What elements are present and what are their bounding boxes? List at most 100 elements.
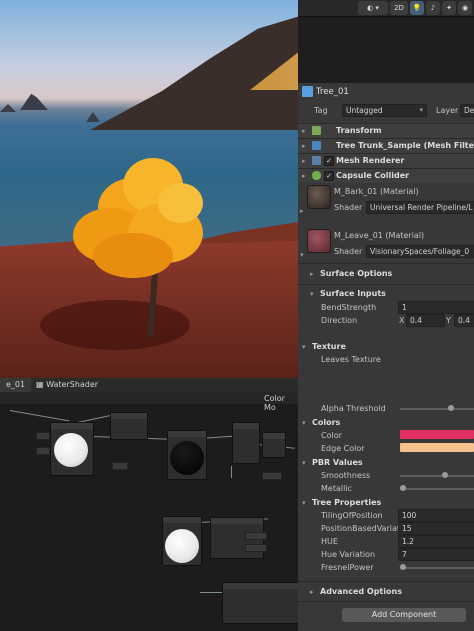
tree-shadow — [40, 300, 190, 350]
property-node[interactable] — [262, 472, 282, 480]
position-based-field[interactable]: 15 — [398, 522, 474, 535]
enabled-checkbox[interactable]: ✓ — [324, 171, 334, 181]
hue-variation-label: Hue Variation — [321, 550, 376, 559]
property-node[interactable] — [112, 462, 128, 470]
surface-inputs-foldout[interactable]: Surface Inputs — [320, 289, 386, 298]
shader-dropdown[interactable]: VisionarySpaces/Foliage_0 — [366, 245, 474, 258]
graph-node[interactable] — [222, 582, 298, 624]
graph-node[interactable] — [232, 422, 260, 464]
expand-caret-icon[interactable]: ▸ — [310, 270, 314, 278]
property-node[interactable] — [36, 447, 50, 455]
surface-options-foldout[interactable]: Surface Options — [320, 269, 392, 278]
component-capsule-collider[interactable]: ▸ ✓ Capsule Collider — [298, 168, 474, 183]
gameobject-cube-icon — [302, 86, 313, 97]
tree-canopy[interactable] — [68, 158, 208, 288]
smoothness-slider[interactable] — [400, 475, 474, 477]
tag-value: Untagged — [346, 106, 383, 115]
fresnel-power-slider[interactable] — [400, 567, 474, 569]
mesh-renderer-icon — [312, 156, 321, 165]
expand-caret-icon[interactable]: ▾ — [302, 459, 306, 467]
enabled-checkbox[interactable]: ✓ — [324, 156, 334, 166]
expand-caret-icon[interactable]: ▾ — [300, 251, 304, 259]
hidden-objects-button[interactable]: ◉ — [458, 1, 472, 15]
effects-toggle-button[interactable]: ✦ — [442, 1, 456, 15]
shader-value: Universal Render Pipeline/L — [370, 203, 473, 212]
component-mesh-filter[interactable]: ▸ Tree Trunk_Sample (Mesh Filter) — [298, 138, 474, 153]
expand-caret-icon[interactable]: ▸ — [300, 207, 304, 215]
rock-island — [86, 112, 100, 122]
direction-x-field[interactable]: 0.4 — [406, 314, 445, 327]
layer-label: Layer — [436, 106, 459, 115]
advanced-options-foldout[interactable]: Advanced Options — [320, 587, 402, 596]
bark-material-thumbnail[interactable] — [307, 185, 331, 209]
edge-color-swatch[interactable] — [400, 443, 474, 452]
property-node[interactable] — [36, 432, 50, 440]
component-label: Transform — [336, 126, 382, 135]
expand-caret-icon[interactable]: ▾ — [310, 290, 314, 298]
shading-mode-button[interactable]: ◐ ▾ — [358, 1, 388, 15]
color-mode-label: Color Mo — [264, 394, 285, 412]
graph-node[interactable] — [262, 432, 286, 458]
lighting-toggle-button[interactable]: 💡 — [410, 1, 424, 15]
transform-icon — [312, 126, 321, 135]
texture-header[interactable]: Texture — [312, 342, 346, 351]
metallic-slider[interactable] — [400, 488, 474, 490]
colors-header[interactable]: Colors — [312, 418, 340, 427]
alpha-threshold-slider[interactable] — [400, 408, 474, 410]
layer-value: De — [464, 106, 474, 115]
tab-label: WaterShader — [46, 380, 99, 389]
expand-caret-icon[interactable]: ▾ — [302, 419, 306, 427]
mesh-filter-icon — [312, 141, 321, 150]
color-swatch[interactable] — [400, 430, 474, 439]
expand-caret-icon: ▸ — [302, 157, 306, 165]
scene-view[interactable] — [0, 0, 298, 378]
shader-graph-icon: ▦ — [36, 380, 47, 389]
shader-value: VisionarySpaces/Foliage_0 — [370, 247, 470, 256]
leaves-material-thumbnail[interactable] — [307, 229, 331, 253]
graph-node[interactable] — [110, 412, 148, 440]
connection-wire — [231, 466, 232, 478]
property-node[interactable] — [245, 532, 267, 540]
graph-header: Color Mo — [0, 392, 298, 412]
metallic-knob[interactable] — [400, 485, 406, 491]
chevron-down-icon: ▾ — [419, 106, 423, 114]
expand-caret-icon[interactable]: ▸ — [310, 588, 314, 596]
tab-tree-shader[interactable]: e_01 — [0, 378, 32, 392]
expand-caret-icon[interactable]: ▾ — [302, 343, 306, 351]
smoothness-label: Smoothness — [321, 471, 371, 480]
tiling-field[interactable]: 100 — [398, 509, 474, 522]
graph-node[interactable] — [50, 422, 94, 476]
lightbulb-icon: 💡 — [412, 4, 422, 12]
node-preview — [54, 433, 88, 467]
hue-label: HUE — [321, 537, 338, 546]
edge-color-label: Edge Color — [321, 444, 365, 453]
scene-toolbar: ◐ ▾ 2D 💡 ♪ ✦ ◉ — [298, 0, 474, 17]
graph-node[interactable] — [167, 430, 207, 480]
graph-node[interactable] — [162, 516, 202, 566]
tag-dropdown[interactable]: Untagged ▾ — [342, 104, 427, 117]
fresnel-power-label: FresnelPower — [321, 563, 374, 572]
shader-dropdown[interactable]: Universal Render Pipeline/L — [366, 201, 474, 214]
hue-field[interactable]: 1.2 — [398, 535, 474, 548]
audio-toggle-button[interactable]: ♪ — [426, 1, 440, 15]
shader-graph-canvas[interactable]: Color Mo — [0, 392, 298, 631]
2d-toggle-button[interactable]: 2D — [390, 1, 408, 15]
component-transform[interactable]: ▸ Transform — [298, 123, 474, 138]
hue-variation-field[interactable]: 7 — [398, 548, 474, 561]
pbr-values-header[interactable]: PBR Values — [312, 458, 363, 467]
expand-caret-icon[interactable]: ▾ — [302, 499, 306, 507]
smoothness-knob[interactable] — [442, 472, 449, 478]
add-component-button[interactable]: Add Component — [342, 608, 466, 622]
component-mesh-renderer[interactable]: ▸ ✓ Mesh Renderer — [298, 153, 474, 168]
alpha-threshold-knob[interactable] — [447, 405, 454, 411]
fresnel-power-knob[interactable] — [400, 564, 406, 570]
bend-strength-field[interactable]: 1 — [398, 301, 474, 314]
layer-dropdown[interactable]: De — [460, 104, 474, 117]
graph-tab-bar: e_01 ▦ WaterShader — [0, 378, 298, 393]
tree-properties-header[interactable]: Tree Properties — [312, 498, 381, 507]
tab-water-shader[interactable]: ▦ WaterShader — [30, 378, 104, 392]
rock-island — [20, 93, 48, 110]
property-node[interactable] — [245, 544, 267, 552]
tiling-label: TilingOfPosition — [321, 511, 383, 520]
direction-y-field[interactable]: 0.4 — [454, 314, 474, 327]
